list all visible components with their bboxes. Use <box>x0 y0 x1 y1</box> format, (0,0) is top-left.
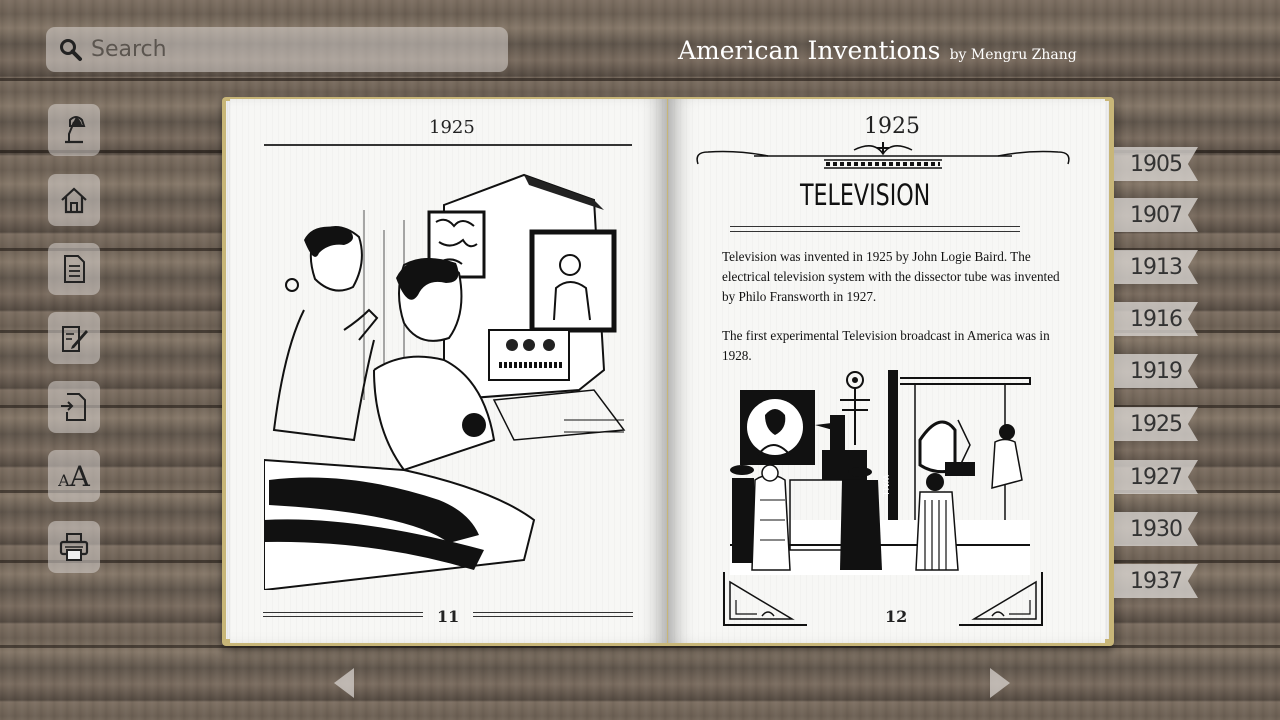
wall-label: WALL <box>881 475 890 497</box>
app-title: American Inventions by Mengru Zhang <box>678 36 1077 65</box>
left-footer-rule-1 <box>263 612 423 617</box>
art-deco-corner-right <box>959 572 1043 626</box>
heading-rule-2 <box>730 231 1020 232</box>
search-icon <box>60 38 82 61</box>
print-button[interactable] <box>48 521 100 573</box>
invention-heading: TELEVISION <box>800 178 931 212</box>
byline-text: by Mengru Zhang <box>949 47 1077 63</box>
year-tab-1927[interactable]: 1927 <box>1114 460 1198 494</box>
year-tab-1916[interactable]: 1916 <box>1114 302 1198 336</box>
document-button[interactable] <box>48 243 100 295</box>
document-icon <box>64 255 85 283</box>
print-icon <box>59 533 89 561</box>
year-tab-1930[interactable]: 1930 <box>1114 512 1198 546</box>
year-tab-1907[interactable]: 1907 <box>1114 198 1198 232</box>
search-bar[interactable] <box>46 27 508 72</box>
tv-illustration-right: WALL <box>730 370 1031 575</box>
home-icon <box>61 187 87 214</box>
title-text: American Inventions <box>678 36 941 65</box>
search-input[interactable] <box>89 36 493 63</box>
heading-rule-1 <box>730 226 1020 227</box>
year-tab-1905[interactable]: 1905 <box>1114 147 1198 181</box>
description-paragraph-1: Television was invented in 1925 by John … <box>722 249 1060 304</box>
home-button[interactable] <box>48 174 100 226</box>
left-page-number: 11 <box>437 607 460 626</box>
font-size-button[interactable]: AA <box>48 450 100 502</box>
lamp-button[interactable] <box>48 104 100 156</box>
lamp-icon <box>65 116 86 144</box>
tv-illustration-left <box>264 173 626 590</box>
year-tab-1925[interactable]: 1925 <box>1114 407 1198 441</box>
year-tab-1913[interactable]: 1913 <box>1114 250 1198 284</box>
year-tab-1937[interactable]: 1937 <box>1114 564 1198 598</box>
left-page-year: 1925 <box>429 117 475 138</box>
description-paragraph-2: The first experimental Television broadc… <box>722 328 1050 363</box>
art-deco-corner-left <box>723 572 807 626</box>
right-page-number: 12 <box>885 607 908 626</box>
year-tab-1919[interactable]: 1919 <box>1114 354 1198 388</box>
previous-page-arrow-icon[interactable] <box>332 666 356 700</box>
edit-icon <box>62 326 88 352</box>
font-size-icon: AA <box>58 459 90 493</box>
right-page-year: 1925 <box>864 114 920 139</box>
edit-button[interactable] <box>48 312 100 364</box>
next-page-arrow-icon[interactable] <box>988 666 1012 700</box>
import-button[interactable] <box>48 381 100 433</box>
ornament-divider <box>696 142 1070 169</box>
import-icon <box>61 393 86 421</box>
left-footer-rule-2 <box>473 612 633 617</box>
left-header-rule <box>264 144 632 146</box>
